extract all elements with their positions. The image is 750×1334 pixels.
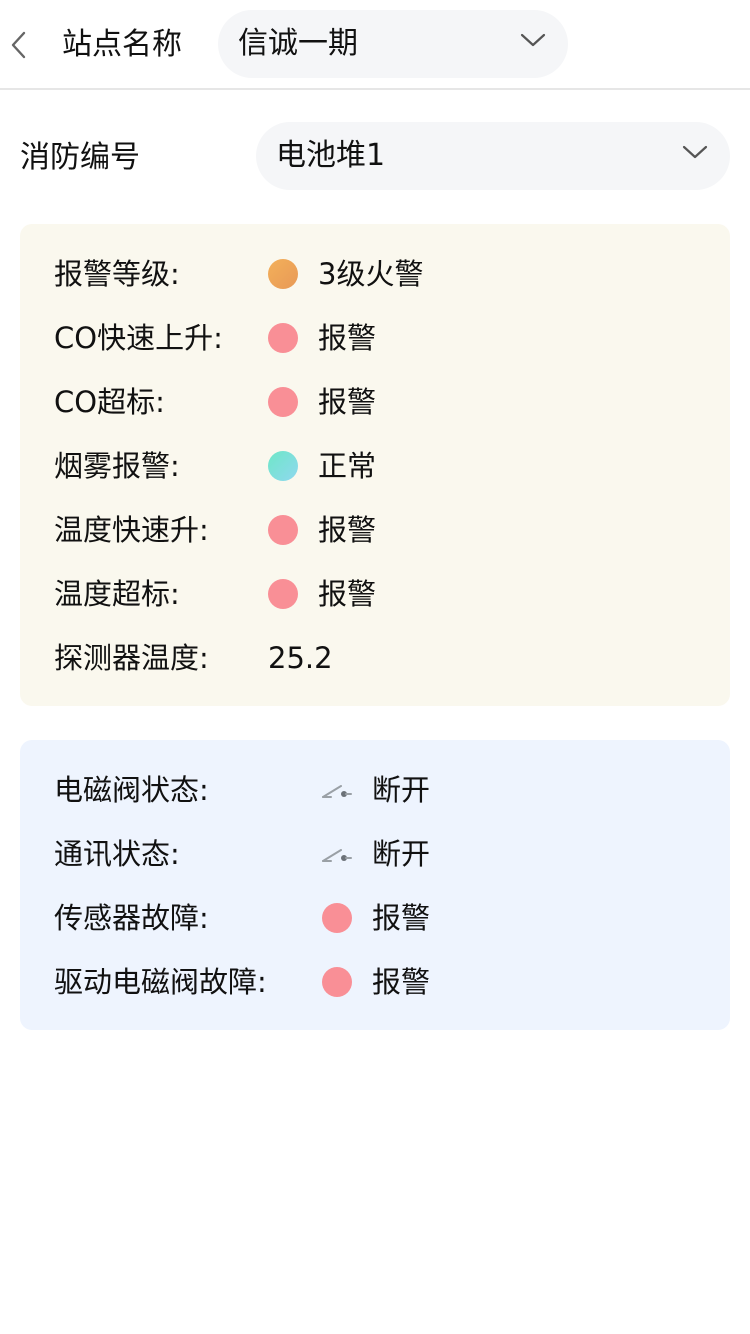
switch-open-icon [322, 785, 352, 798]
detector-temp-label: 探测器温度: [54, 641, 209, 675]
temp-exceed-value: 报警 [318, 577, 377, 611]
sensor-fault-value: 报警 [372, 901, 431, 935]
fire-number-select[interactable]: 电池堆1 [256, 122, 730, 190]
site-select-value: 信诚一期 [238, 26, 358, 61]
detector-temp-value: 25.2 [268, 641, 333, 675]
co-exceed-label: CO超标: [54, 385, 165, 419]
alarm-level-value: 3级火警 [318, 257, 424, 291]
green-status-dot [268, 451, 298, 481]
solenoid-valve-value: 断开 [372, 773, 431, 807]
switch-open-icon [322, 849, 352, 862]
alarm-status-card: 报警等级: 3级火警 CO快速上升: 报警 CO超标: 报警 烟雾报警: 正常 … [20, 224, 730, 706]
temp-rapid-rise-value: 报警 [318, 513, 377, 547]
communication-label: 通讯状态: [54, 837, 180, 871]
solenoid-valve-row: 电磁阀状态: 断开 [20, 758, 730, 822]
valve-driver-fault-label: 驱动电磁阀故障: [54, 965, 267, 999]
co-rapid-rise-label: CO快速上升: [54, 321, 223, 355]
co-exceed-row: CO超标: 报警 [20, 370, 730, 434]
smoke-alarm-label: 烟雾报警: [54, 449, 180, 483]
back-button[interactable] [0, 22, 36, 68]
red-status-dot [268, 579, 298, 609]
red-status-dot [322, 903, 352, 933]
temp-exceed-label: 温度超标: [54, 577, 180, 611]
site-select[interactable]: 信诚一期 [218, 10, 568, 78]
valve-status-card: 电磁阀状态: 断开 通讯状态: 断开 传感器故障: 报警 驱动电磁阀故障: 报警 [20, 740, 730, 1030]
alarm-level-label: 报警等级: [54, 257, 180, 291]
alarm-level-row: 报警等级: 3级火警 [20, 242, 730, 306]
valve-driver-fault-row: 驱动电磁阀故障: 报警 [20, 950, 730, 1014]
temp-exceed-row: 温度超标: 报警 [20, 562, 730, 626]
co-rapid-rise-row: CO快速上升: 报警 [20, 306, 730, 370]
chevron-left-icon [11, 31, 26, 59]
sensor-fault-row: 传感器故障: 报警 [20, 886, 730, 950]
temp-rapid-rise-row: 温度快速升: 报警 [20, 498, 730, 562]
communication-row: 通讯状态: 断开 [20, 822, 730, 886]
detector-temp-row: 探测器温度: 25.2 [20, 626, 730, 690]
communication-value: 断开 [372, 837, 431, 871]
co-exceed-value: 报警 [318, 385, 377, 419]
site-name-label: 站点名称 [62, 27, 182, 62]
red-status-dot [268, 387, 298, 417]
red-status-dot [322, 967, 352, 997]
smoke-alarm-value: 正常 [318, 449, 377, 483]
co-rapid-rise-value: 报警 [318, 321, 377, 355]
smoke-alarm-row: 烟雾报警: 正常 [20, 434, 730, 498]
valve-driver-fault-value: 报警 [372, 965, 431, 999]
fire-number-label: 消防编号 [20, 140, 140, 175]
orange-status-dot [268, 259, 298, 289]
top-bar: 站点名称 信诚一期 [0, 0, 750, 90]
sensor-fault-label: 传感器故障: [54, 901, 209, 935]
red-status-dot [268, 323, 298, 353]
chevron-down-icon [520, 33, 546, 47]
chevron-down-icon [682, 145, 708, 159]
red-status-dot [268, 515, 298, 545]
solenoid-valve-label: 电磁阀状态: [54, 773, 209, 807]
temp-rapid-rise-label: 温度快速升: [54, 513, 209, 547]
fire-number-select-value: 电池堆1 [276, 138, 386, 173]
